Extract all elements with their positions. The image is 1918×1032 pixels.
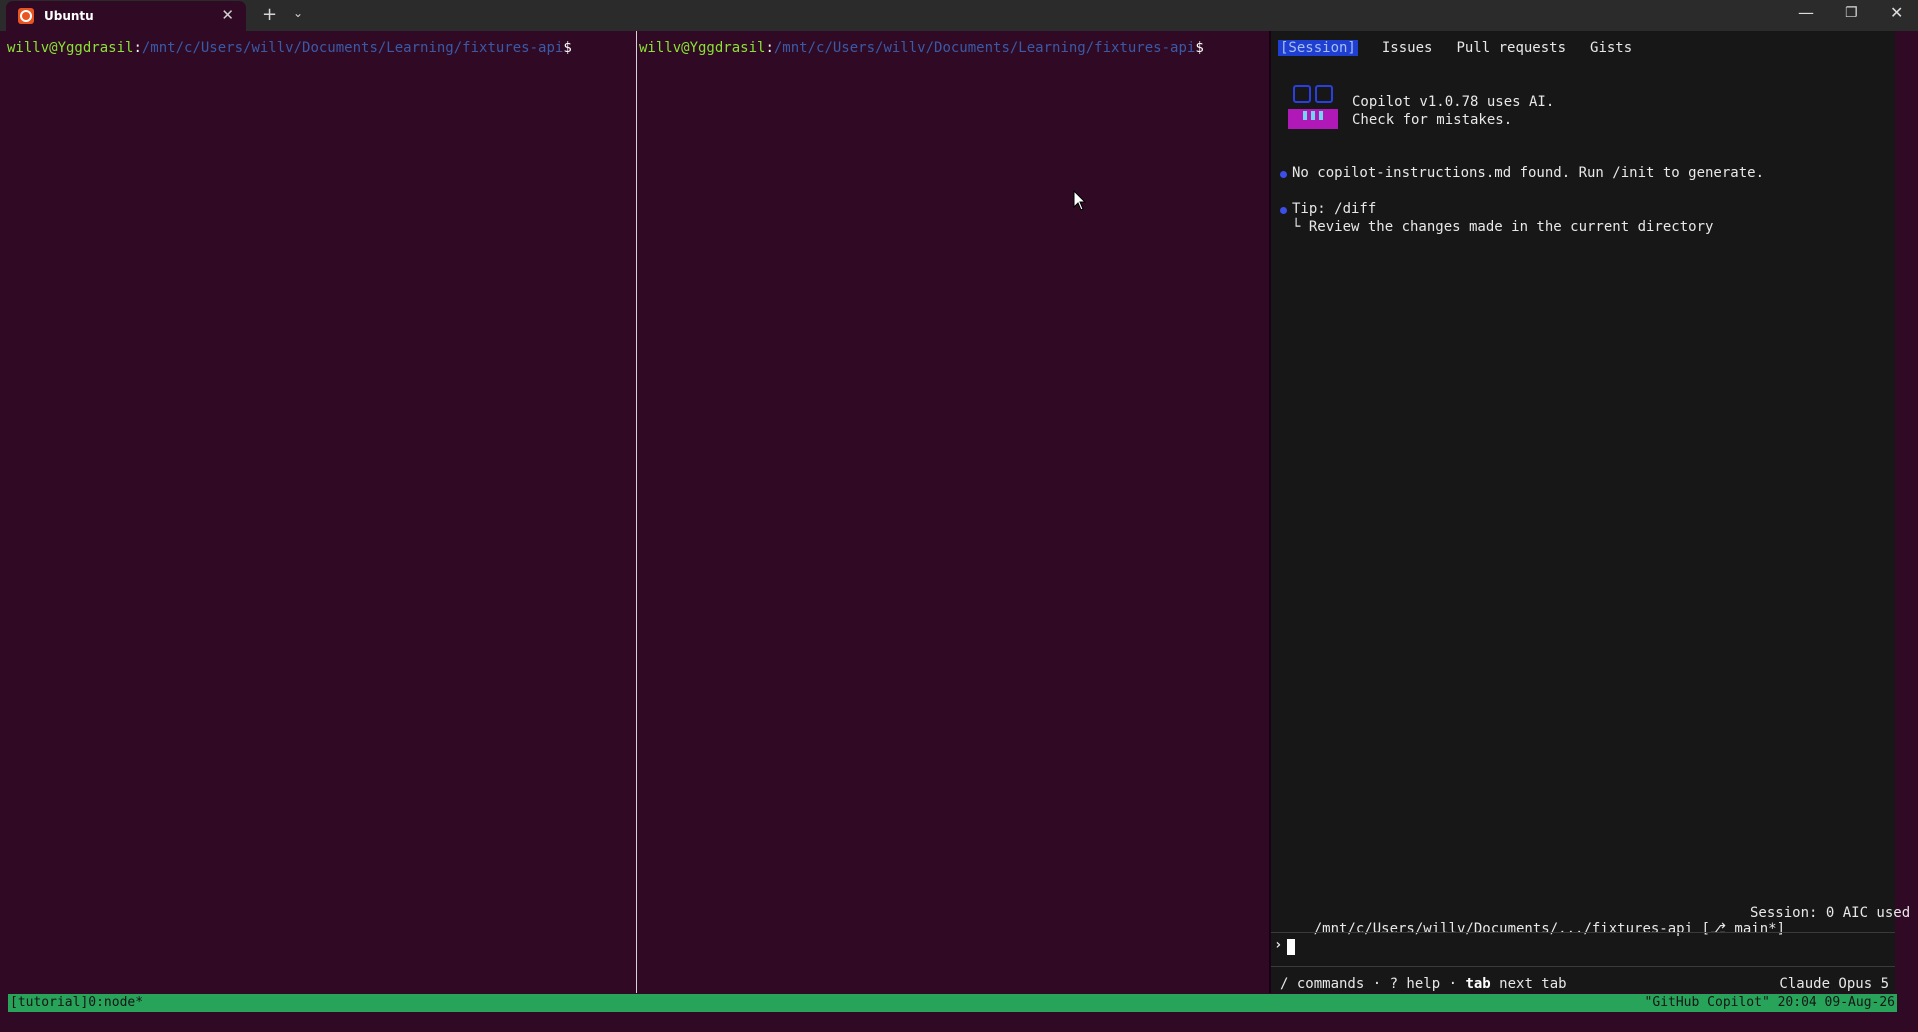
minimize-button[interactable]: — — [1798, 3, 1814, 22]
tab-pull-requests[interactable]: Pull requests — [1456, 40, 1566, 56]
banner-version: Copilot v1.0.78 uses AI. — [1352, 94, 1555, 110]
prompt-colon: : — [133, 40, 142, 56]
status-path: /mnt/c/Users/willv/Documents/.../fixture… — [1313, 921, 1786, 937]
copilot-status-line: /mnt/c/Users/willv/Documents/.../fixture… — [1280, 905, 1910, 969]
left-shell-pane[interactable]: willv@Yggdrasil:/mnt/c/Users/willv/Docum… — [0, 31, 636, 993]
help-tab-text: next tab — [1490, 976, 1567, 992]
close-window-button[interactable]: ✕ — [1890, 3, 1903, 22]
prompt-colon: : — [765, 40, 774, 56]
help-commands: / commands · ? help · — [1280, 976, 1466, 992]
tab-session[interactable]: [Session] — [1278, 40, 1358, 56]
tab-dropdown-icon[interactable]: ⌄ — [293, 6, 303, 20]
tab-close-icon[interactable]: ✕ — [221, 6, 234, 24]
tip-detail: └ Review the changes made in the current… — [1292, 219, 1714, 235]
new-tab-button[interactable]: + — [262, 4, 277, 25]
copilot-pane[interactable]: [Session] Issues Pull requests Gists Cop… — [1271, 31, 1910, 993]
help-tab-key: tab — [1465, 976, 1491, 992]
middle-shell-pane[interactable]: willv@Yggdrasil:/mnt/c/Users/willv/Docum… — [637, 31, 1269, 993]
prompt-path: /mnt/c/Users/willv/Documents/Learning/fi… — [141, 40, 564, 56]
input-prompt-icon: › — [1274, 937, 1283, 953]
tab-title: Ubuntu — [44, 9, 94, 23]
mouse-pointer-icon — [1073, 190, 1087, 211]
prompt-user: willv@Yggdrasil — [7, 40, 134, 56]
prompt-symbol: $ — [563, 40, 572, 56]
tmux-session-window[interactable]: [tutorial]0:node* — [10, 995, 143, 1010]
shell-prompt: willv@Yggdrasil:/mnt/c/Users/willv/Docum… — [7, 40, 572, 56]
tip-title: Tip: /diff — [1292, 201, 1377, 217]
prompt-symbol: $ — [1195, 40, 1204, 56]
copilot-tabs: [Session] Issues Pull requests Gists — [1278, 40, 1656, 56]
restore-button[interactable]: ❐ — [1845, 5, 1858, 21]
copilot-banner: Copilot v1.0.78 uses AI. Check for mista… — [1352, 93, 1554, 129]
title-bar: Ubuntu ✕ + ⌄ — ❐ ✕ — [0, 0, 1918, 31]
tmux-status-right: "GitHub Copilot" 20:04 09-Aug-26 — [1644, 995, 1895, 1010]
chat-input[interactable] — [1287, 939, 1295, 955]
model-label[interactable]: Claude Opus 5 — [1779, 976, 1889, 992]
instructions-notice: No copilot-instructions.md found. Run /i… — [1292, 165, 1765, 181]
tmux-status-bar: [tutorial]0:node* "GitHub Copilot" 20:04… — [8, 994, 1897, 1012]
copilot-logo-icon — [1288, 85, 1340, 135]
tab-issues[interactable]: Issues — [1382, 40, 1433, 56]
prompt-path: /mnt/c/Users/willv/Documents/Learning/fi… — [773, 40, 1196, 56]
prompt-user: willv@Yggdrasil — [639, 40, 766, 56]
info-bullet-icon — [1280, 171, 1287, 178]
input-top-border — [1271, 932, 1895, 933]
shell-prompt: willv@Yggdrasil:/mnt/c/Users/willv/Docum… — [639, 40, 1204, 56]
input-bottom-border — [1271, 966, 1895, 967]
tip-bullet-icon — [1280, 207, 1287, 214]
ubuntu-icon — [18, 8, 34, 24]
terminal-tab-ubuntu[interactable]: Ubuntu ✕ — [6, 1, 246, 31]
banner-warning: Check for mistakes. — [1352, 112, 1513, 128]
tab-gists[interactable]: Gists — [1590, 40, 1632, 56]
session-usage: Session: 0 AIC used — [1750, 905, 1911, 921]
help-hints: / commands · ? help · tab next tab — [1280, 976, 1567, 992]
